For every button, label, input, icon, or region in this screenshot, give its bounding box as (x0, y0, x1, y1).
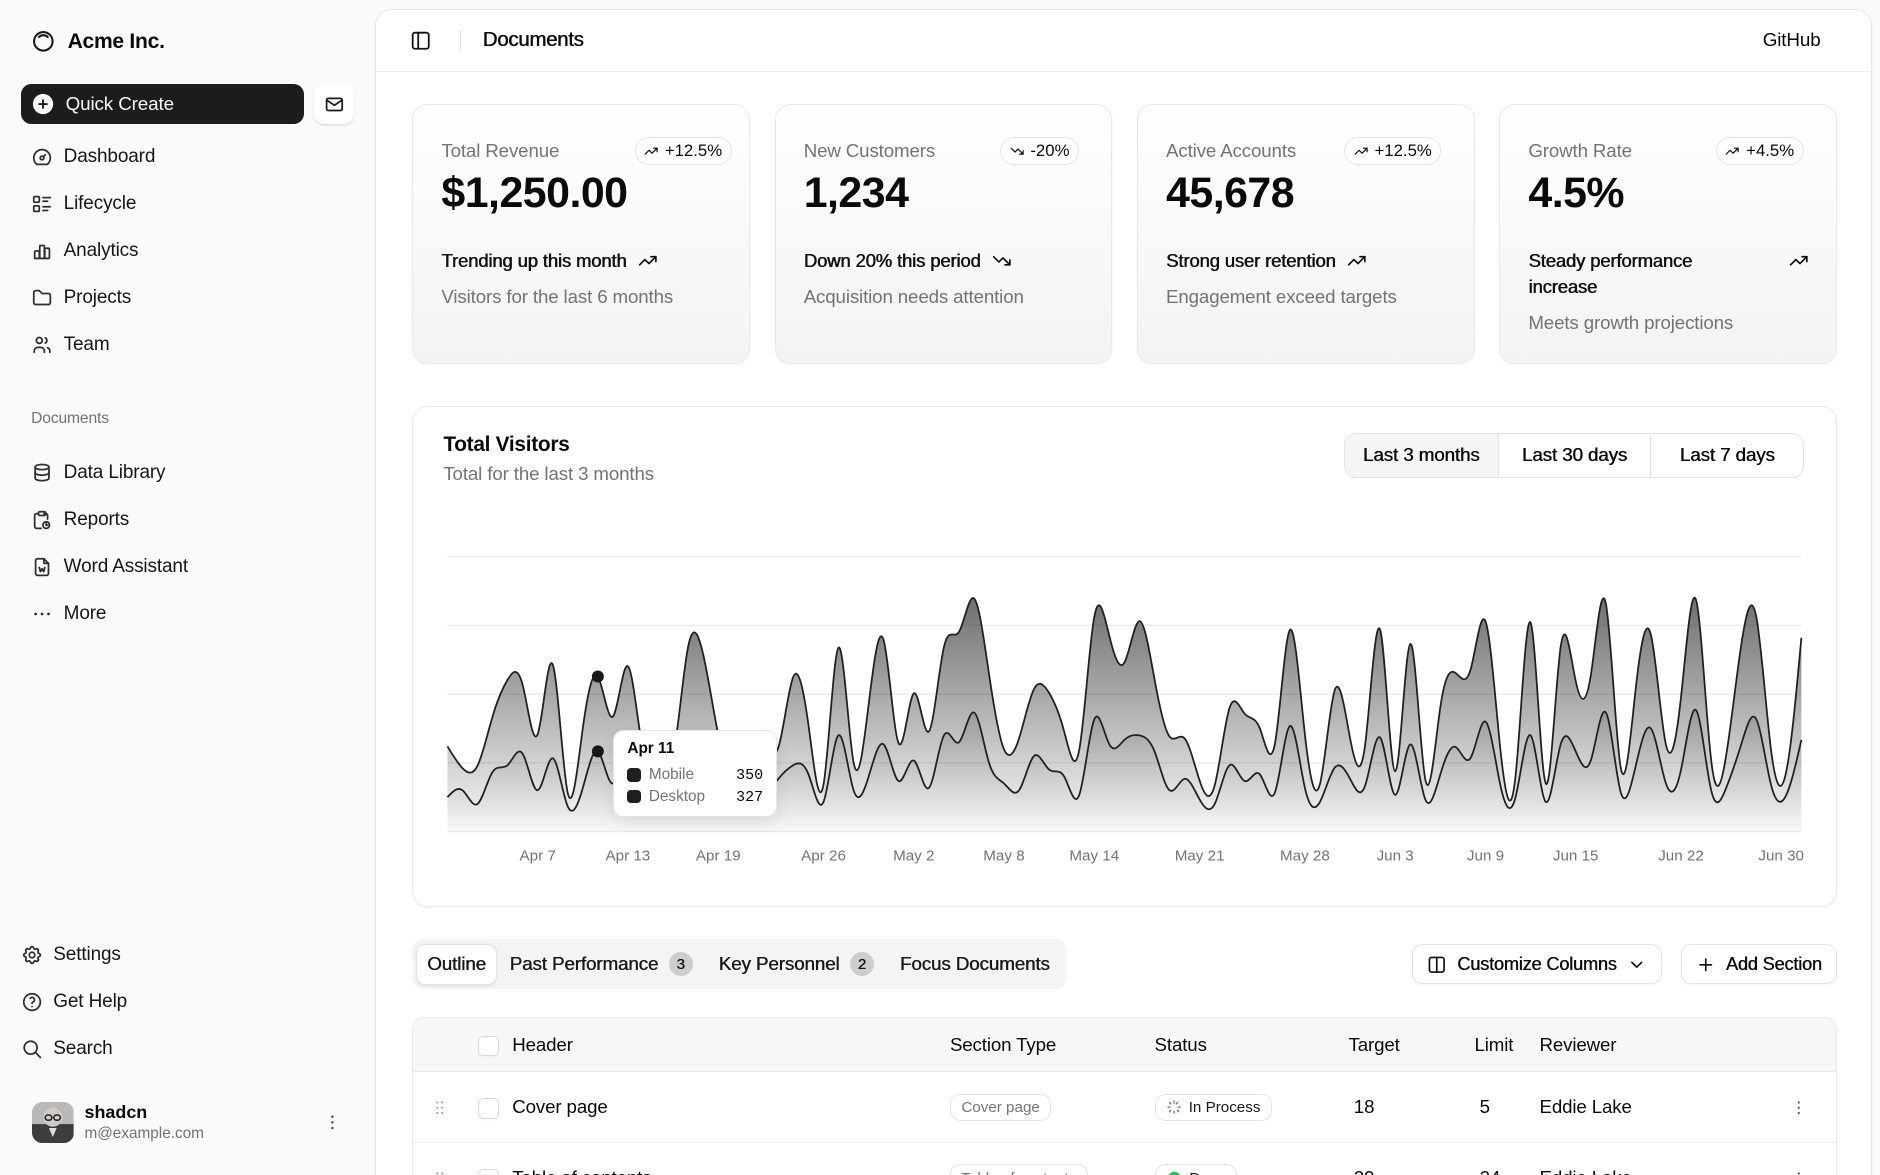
svg-text:Apr 26: Apr 26 (802, 847, 847, 864)
svg-text:May 14: May 14 (1070, 847, 1120, 864)
svg-text:Apr 7: Apr 7 (520, 847, 556, 864)
svg-text:May 2: May 2 (894, 847, 935, 864)
svg-text:Jun 30: Jun 30 (1759, 847, 1805, 864)
svg-text:Jun 22: Jun 22 (1659, 847, 1705, 864)
svg-text:Jun 15: Jun 15 (1553, 847, 1599, 864)
svg-text:May 8: May 8 (984, 847, 1025, 864)
svg-text:Apr 13: Apr 13 (606, 847, 651, 864)
svg-text:Jun 9: Jun 9 (1467, 847, 1504, 864)
svg-text:May 28: May 28 (1280, 847, 1330, 864)
svg-text:Jun 3: Jun 3 (1377, 847, 1414, 864)
svg-text:Apr 19: Apr 19 (696, 847, 741, 864)
svg-text:May 21: May 21 (1175, 847, 1225, 864)
